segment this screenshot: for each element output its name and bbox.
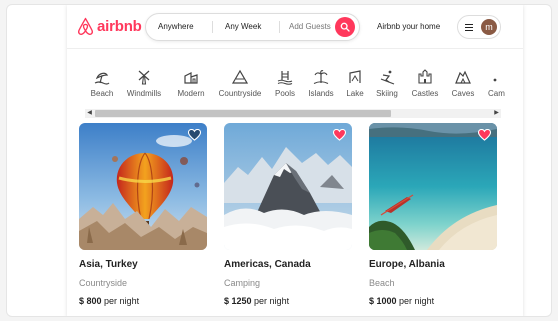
menu-icon bbox=[465, 24, 473, 31]
heart-icon[interactable] bbox=[333, 129, 346, 141]
host-link[interactable]: Airbnb your home bbox=[377, 13, 440, 41]
island-icon bbox=[313, 70, 329, 84]
header: airbnb Anywhere Any Week Add Guests Airb… bbox=[67, 5, 523, 49]
category-windmills[interactable]: Windmills bbox=[117, 69, 171, 98]
airbnb-logo[interactable]: airbnb bbox=[77, 17, 142, 36]
listing-price: $ 1000 per night bbox=[369, 296, 497, 306]
countryside-icon bbox=[232, 69, 248, 84]
scroll-thumb[interactable] bbox=[95, 110, 391, 117]
skiing-icon bbox=[380, 70, 395, 85]
camping-icon bbox=[493, 78, 497, 82]
pool-icon bbox=[277, 71, 293, 85]
listing-title: Europe, Albania bbox=[369, 259, 445, 270]
search-location[interactable]: Anywhere bbox=[158, 14, 194, 40]
mountain-photo bbox=[224, 123, 352, 250]
scroll-left-icon[interactable]: ◀ bbox=[85, 109, 94, 118]
price-amount: $ 1000 bbox=[369, 296, 397, 306]
listing-card[interactable]: Asia, Turkey Countryside $ 800 per night bbox=[79, 123, 207, 306]
listing-type: Beach bbox=[369, 278, 395, 288]
listing-type: Camping bbox=[224, 278, 261, 288]
listing-photo[interactable] bbox=[369, 123, 497, 250]
price-amount: $ 800 bbox=[79, 296, 102, 306]
castle-icon bbox=[418, 69, 432, 84]
beach-photo bbox=[369, 123, 497, 250]
category-label: Modern bbox=[177, 89, 205, 98]
category-modern[interactable]: Modern bbox=[164, 69, 218, 98]
avatar: m bbox=[481, 19, 497, 35]
listing-price: $ 800 per night bbox=[79, 296, 207, 306]
hot-air-balloon-photo bbox=[79, 123, 207, 250]
category-label: Windmills bbox=[126, 89, 162, 98]
category-label: Cam bbox=[488, 89, 505, 98]
search-divider bbox=[279, 21, 280, 33]
scroll-right-icon[interactable]: ▶ bbox=[492, 109, 501, 118]
windmill-icon bbox=[138, 70, 150, 85]
cave-icon bbox=[455, 70, 471, 84]
search-guests[interactable]: Add Guests bbox=[289, 14, 331, 40]
search-button[interactable] bbox=[335, 17, 355, 37]
category-scrollbar[interactable]: ◀ ▶ bbox=[85, 109, 501, 118]
listing-photo[interactable] bbox=[79, 123, 207, 250]
listing-card[interactable]: Europe, Albania Beach $ 1000 per night bbox=[369, 123, 497, 306]
price-unit: per night bbox=[104, 296, 140, 306]
airbnb-logo-icon bbox=[77, 17, 94, 35]
price-amount: $ 1250 bbox=[224, 296, 252, 306]
listing-title: Americas, Canada bbox=[224, 259, 311, 270]
search-dates[interactable]: Any Week bbox=[225, 14, 261, 40]
heart-icon[interactable] bbox=[478, 129, 491, 141]
category-bar: Beach Windmills Modern Countryside Pools… bbox=[67, 69, 523, 103]
price-unit: per night bbox=[399, 296, 435, 306]
airbnb-app: airbnb Anywhere Any Week Add Guests Airb… bbox=[67, 5, 523, 316]
search-icon bbox=[340, 22, 350, 32]
search-bar[interactable]: Anywhere Any Week Add Guests bbox=[145, 13, 360, 41]
listing-price: $ 1250 per night bbox=[224, 296, 352, 306]
logo-text: airbnb bbox=[97, 18, 142, 35]
listing-type: Countryside bbox=[79, 278, 128, 288]
listing-card[interactable]: Americas, Canada Camping $ 1250 per nigh… bbox=[224, 123, 352, 306]
search-divider bbox=[212, 21, 213, 33]
listing-photo[interactable] bbox=[224, 123, 352, 250]
user-menu-button[interactable]: m bbox=[457, 15, 501, 39]
modern-house-icon bbox=[184, 72, 198, 84]
heart-icon[interactable] bbox=[188, 129, 201, 141]
browser-frame: airbnb Anywhere Any Week Add Guests Airb… bbox=[6, 4, 552, 317]
category-camping[interactable]: Cam bbox=[471, 69, 511, 98]
listing-title: Asia, Turkey bbox=[79, 259, 138, 270]
beach-icon bbox=[94, 72, 110, 85]
price-unit: per night bbox=[254, 296, 290, 306]
